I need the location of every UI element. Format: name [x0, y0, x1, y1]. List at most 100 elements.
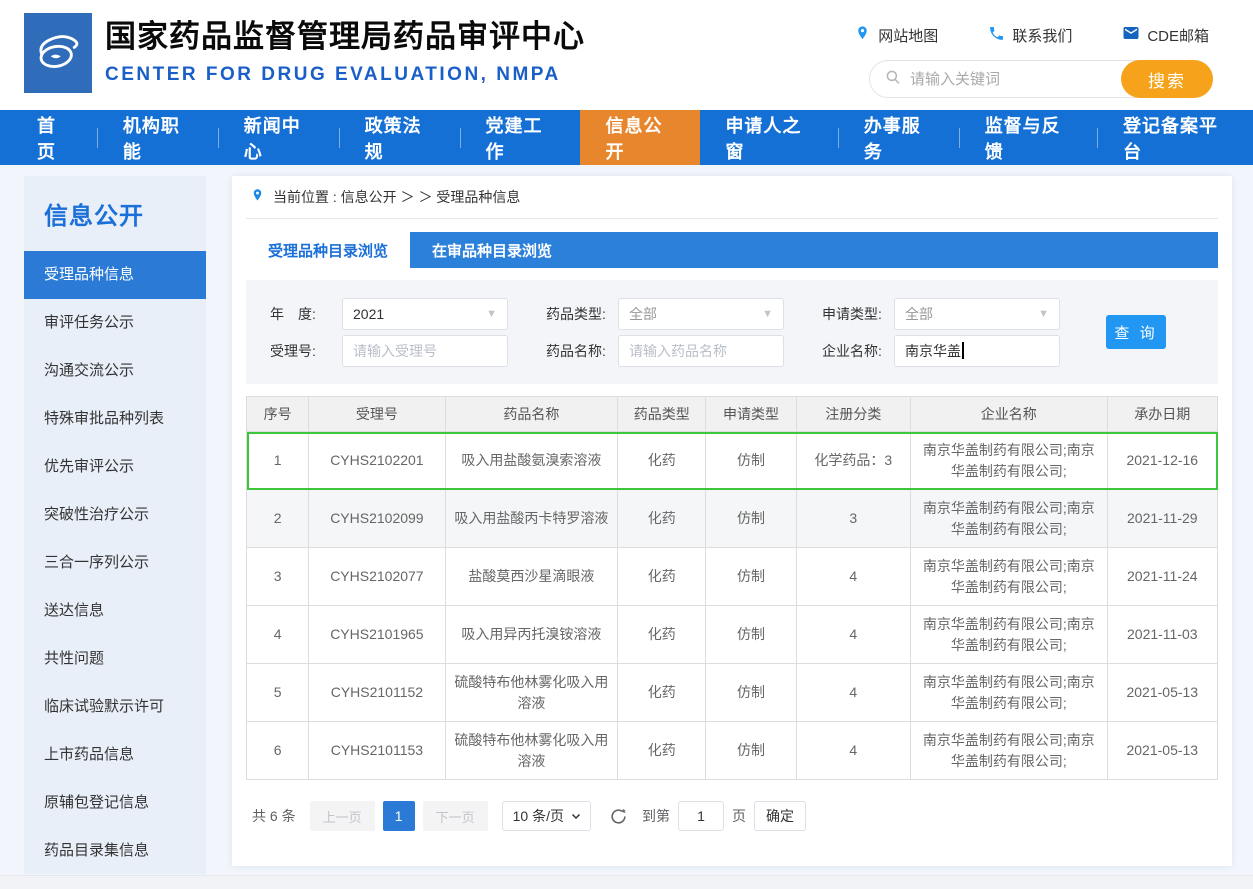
nav-item-news[interactable]: 新闻中心: [219, 110, 339, 165]
site-subtitle: CENTER FOR DRUG EVALUATION, NMPA: [105, 64, 585, 86]
filter-row-2: 受理号: 药品名称: 企业名称: 南京华盖: [270, 334, 1200, 367]
drug-name-input-box: [618, 335, 784, 367]
cell-date: 2021-05-13: [1107, 722, 1217, 780]
nav-item-services[interactable]: 办事服务: [839, 110, 959, 165]
cde-logo-icon: [31, 24, 85, 83]
drug-type-select[interactable]: 全部 ▼: [618, 298, 784, 330]
cell-drug-type: 化药: [618, 722, 706, 780]
nav-item-home[interactable]: 首页: [12, 110, 97, 165]
nav-item-registration-platform[interactable]: 登记备案平台: [1098, 110, 1253, 165]
table-row[interactable]: 4 CYHS2101965 吸入用异丙托溴铵溶液 化药 仿制 4 南京华盖制药有…: [247, 606, 1218, 664]
year-value: 2021: [353, 306, 384, 322]
cell-apply-type: 仿制: [706, 490, 796, 548]
cell-company: 南京华盖制药有限公司;南京华盖制药有限公司;: [911, 432, 1108, 490]
filter-row-1: 年 度: 2021 ▼ 药品类型: 全部 ▼ 申: [270, 297, 1200, 330]
phone-icon: [988, 25, 1005, 46]
page-number-1[interactable]: 1: [383, 801, 415, 831]
nav-item-policies[interactable]: 政策法规: [340, 110, 460, 165]
sidebar-item-drug-catalog[interactable]: 药品目录集信息: [24, 827, 206, 875]
cell-apply-type: 仿制: [706, 664, 796, 722]
company-name-input[interactable]: 南京华盖: [894, 335, 1060, 367]
cde-mail-link[interactable]: CDE邮箱: [1122, 24, 1209, 46]
cell-date: 2021-11-03: [1107, 606, 1217, 664]
site-search-button[interactable]: 搜索: [1121, 60, 1213, 98]
footer-strip: [0, 875, 1253, 889]
year-select[interactable]: 2021 ▼: [342, 298, 508, 330]
cell-date: 2021-11-24: [1107, 548, 1217, 606]
drug-name-filter: 药品名称:: [546, 335, 784, 367]
nav-item-info-disclosure[interactable]: 信息公开: [580, 110, 700, 165]
table-row[interactable]: 3 CYHS2102077 盐酸莫西沙星滴眼液 化药 仿制 4 南京华盖制药有限…: [247, 548, 1218, 606]
sidebar-item-three-in-one[interactable]: 三合一序列公示: [24, 539, 206, 587]
refresh-icon[interactable]: [609, 807, 628, 826]
cell-reg-category: 化学药品：3: [796, 432, 910, 490]
page-size-select[interactable]: 10 条/页: [502, 801, 591, 831]
sidebar-item-common-issues[interactable]: 共性问题: [24, 635, 206, 683]
query-button[interactable]: 查 询: [1106, 315, 1166, 349]
pagination: 共 6 条 上一页 1 下一页 10 条/页 到第: [246, 801, 1218, 831]
cell-no: 1: [247, 432, 309, 490]
next-page-button[interactable]: 下一页: [423, 801, 488, 831]
cell-date: 2021-05-13: [1107, 664, 1217, 722]
table-row[interactable]: 5 CYHS2101152 硫酸特布他林雾化吸入用溶液 化药 仿制 4 南京华盖…: [247, 664, 1218, 722]
main-nav: 首页 机构职能 新闻中心 政策法规 党建工作 信息公开 申请人之窗 办事服务 监…: [0, 110, 1253, 165]
table-row[interactable]: 1 CYHS2102201 吸入用盐酸氨溴索溶液 化药 仿制 化学药品：3 南京…: [247, 432, 1218, 490]
sidebar-item-breakthrough-therapy[interactable]: 突破性治疗公示: [24, 491, 206, 539]
cell-no: 4: [247, 606, 309, 664]
nav-item-supervision[interactable]: 监督与反馈: [960, 110, 1097, 165]
cell-drug-type: 化药: [618, 548, 706, 606]
goto-page-input[interactable]: [678, 801, 724, 831]
sidebar-item-review-tasks[interactable]: 审评任务公示: [24, 299, 206, 347]
cell-acceptance-no: CYHS2102077: [309, 548, 445, 606]
sidebar-item-special-approval[interactable]: 特殊审批品种列表: [24, 395, 206, 443]
cell-reg-category: 4: [796, 548, 910, 606]
cell-company: 南京华盖制药有限公司;南京华盖制药有限公司;: [911, 490, 1108, 548]
acceptance-no-input[interactable]: [353, 343, 497, 359]
col-header-acceptance-no: 受理号: [309, 397, 445, 432]
sidebar-item-priority-review[interactable]: 优先审评公示: [24, 443, 206, 491]
goto-confirm-button[interactable]: 确定: [754, 801, 806, 831]
brand: 国家药品监督管理局药品审评中心 CENTER FOR DRUG EVALUATI…: [24, 13, 585, 93]
cell-date: 2021-11-29: [1107, 490, 1217, 548]
sidebar-item-delivery-info[interactable]: 送达信息: [24, 587, 206, 635]
breadcrumb-pin-icon: [250, 188, 265, 206]
col-header-drug-type: 药品类型: [618, 397, 706, 432]
sidebar-item-excipients-registration[interactable]: 原辅包登记信息: [24, 779, 206, 827]
sitemap-link[interactable]: 网站地图: [854, 24, 938, 46]
nav-item-functions[interactable]: 机构职能: [98, 110, 218, 165]
cell-drug-name: 硫酸特布他林雾化吸入用溶液: [445, 664, 618, 722]
table-row[interactable]: 2 CYHS2102099 吸入用盐酸丙卡特罗溶液 化药 仿制 3 南京华盖制药…: [247, 490, 1218, 548]
company-name-filter: 企业名称: 南京华盖: [822, 335, 1060, 367]
site-search: 搜索: [869, 60, 1213, 98]
apply-type-label: 申请类型:: [822, 304, 894, 324]
col-header-reg-category: 注册分类: [796, 397, 910, 432]
year-label: 年 度:: [270, 304, 342, 324]
prev-page-button[interactable]: 上一页: [310, 801, 375, 831]
contact-link[interactable]: 联系我们: [988, 24, 1072, 46]
cell-no: 2: [247, 490, 309, 548]
apply-type-select[interactable]: 全部 ▼: [894, 298, 1060, 330]
sidebar-item-marketed-drugs[interactable]: 上市药品信息: [24, 731, 206, 779]
site-header: 国家药品监督管理局药品审评中心 CENTER FOR DRUG EVALUATI…: [0, 0, 1253, 110]
nav-item-party[interactable]: 党建工作: [461, 110, 581, 165]
table-row[interactable]: 6 CYHS2101153 硫酸特布他林雾化吸入用溶液 化药 仿制 4 南京华盖…: [247, 722, 1218, 780]
page: 国家药品监督管理局药品审评中心 CENTER FOR DRUG EVALUATI…: [0, 0, 1253, 889]
nav-item-applicant-window[interactable]: 申请人之窗: [700, 110, 837, 165]
cde-mail-label: CDE邮箱: [1147, 25, 1209, 46]
drug-type-filter: 药品类型: 全部 ▼: [546, 298, 784, 330]
sidebar-item-clinical-trial-license[interactable]: 临床试验默示许可: [24, 683, 206, 731]
tab-accepted-catalog[interactable]: 受理品种目录浏览: [246, 232, 410, 268]
cell-reg-category: 4: [796, 606, 910, 664]
goto-suffix: 页: [732, 806, 746, 826]
cell-no: 3: [247, 548, 309, 606]
chevron-down-icon: ▼: [486, 308, 497, 320]
col-header-drug-name: 药品名称: [445, 397, 618, 432]
brand-text: 国家药品监督管理局药品审评中心 CENTER FOR DRUG EVALUATI…: [105, 13, 585, 86]
main-area: 信息公开 受理品种信息 审评任务公示 沟通交流公示 特殊审批品种列表 优先审评公…: [0, 165, 1253, 875]
sidebar-item-accepted-varieties[interactable]: 受理品种信息: [24, 251, 206, 299]
sidebar-item-communication[interactable]: 沟通交流公示: [24, 347, 206, 395]
cell-apply-type: 仿制: [706, 432, 796, 490]
cell-acceptance-no: CYHS2102201: [309, 432, 445, 490]
tab-under-review-catalog[interactable]: 在审品种目录浏览: [410, 232, 574, 268]
drug-name-input[interactable]: [629, 343, 773, 359]
